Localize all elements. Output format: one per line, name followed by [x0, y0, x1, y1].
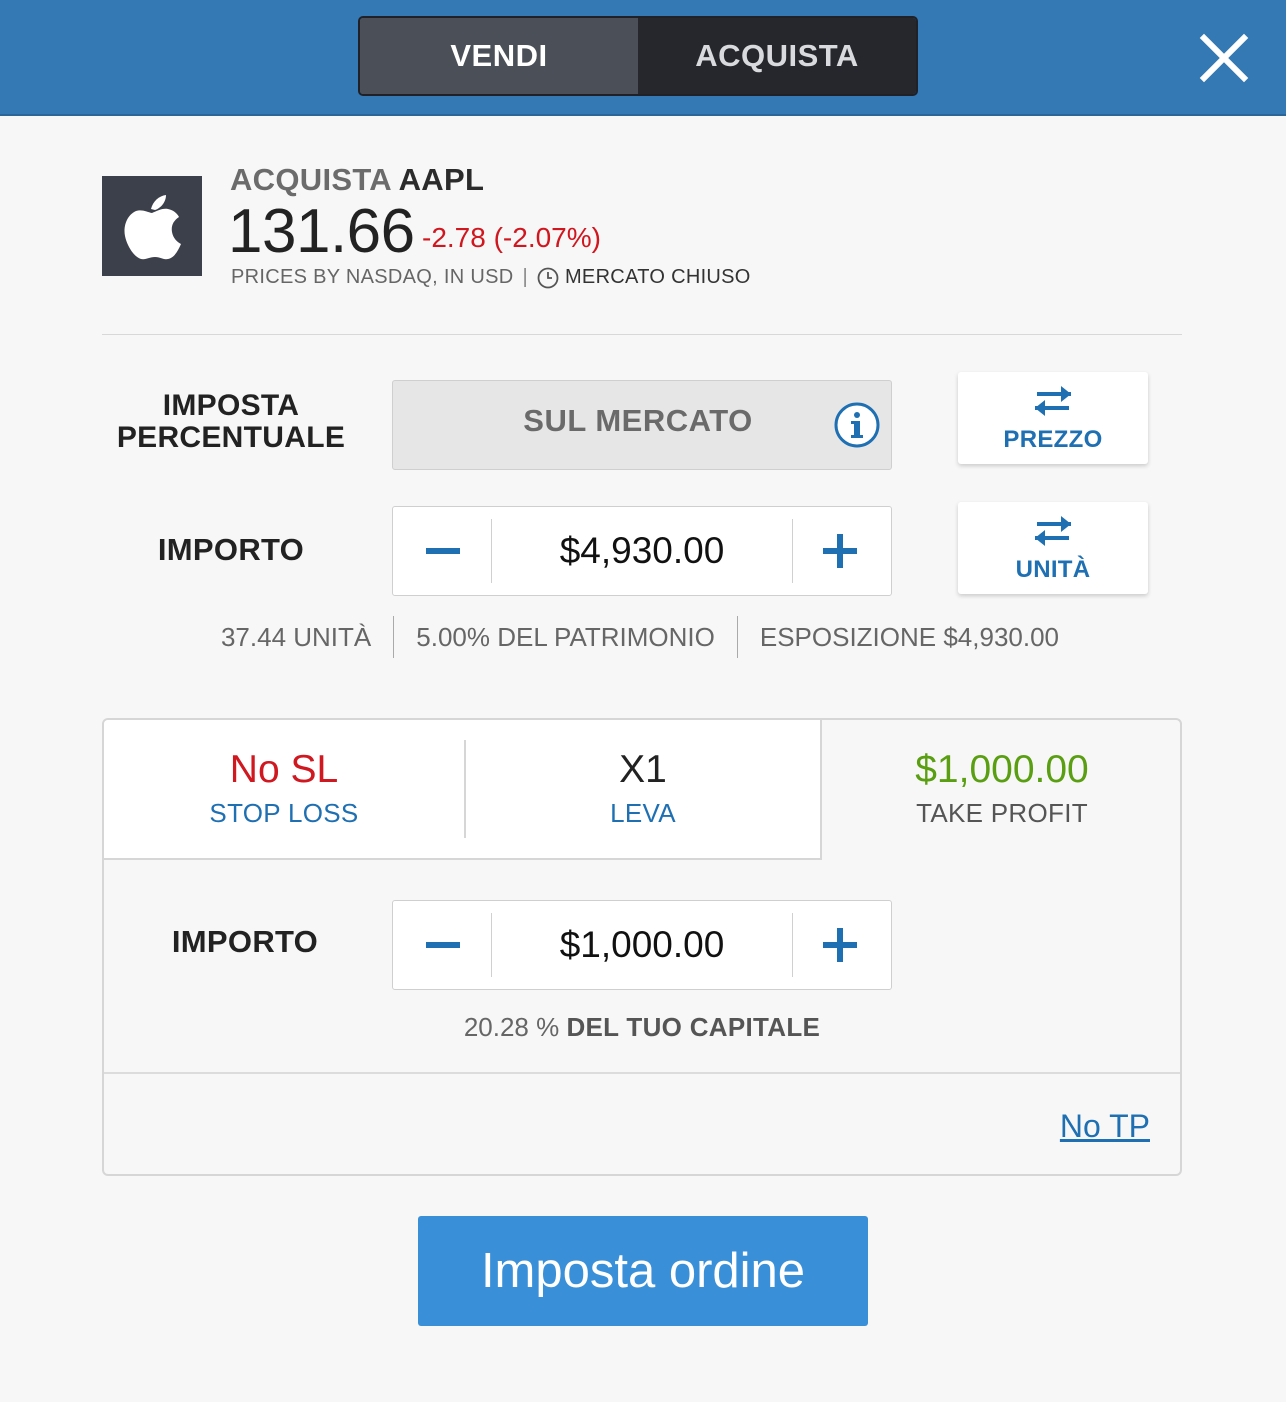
- swap-arrows-icon: [1033, 386, 1073, 416]
- switch-to-price-button[interactable]: PREZZO: [958, 372, 1148, 464]
- take-profit-input[interactable]: [493, 913, 791, 977]
- tab-take-profit[interactable]: $1,000.00 TAKE PROFIT: [822, 720, 1180, 858]
- position-stats: 37.44 UNITÀ 5.00% DEL PATRIMONIO ESPOSIZ…: [190, 616, 1090, 658]
- rate-label-line2: PERCENTUALE: [116, 421, 346, 454]
- capital-text: DEL TUO CAPITALE: [566, 1012, 821, 1042]
- switch-units-label: UNITÀ: [1015, 556, 1091, 583]
- leverage-caption: LEVA: [610, 798, 676, 828]
- take-profit-amount-label: IMPORTO: [171, 924, 319, 959]
- switch-to-units-button[interactable]: UNITÀ: [958, 502, 1148, 594]
- divider: [491, 913, 492, 977]
- set-order-button[interactable]: Imposta ordine: [418, 1216, 868, 1326]
- price-change: -2.78 (-2.07%): [422, 222, 601, 253]
- take-profit-increase-button[interactable]: [793, 901, 891, 989]
- divider: [102, 334, 1182, 335]
- amount-decrease-button[interactable]: [393, 507, 491, 595]
- exposure-stat: ESPOSIZIONE $4,930.00: [759, 621, 1060, 652]
- clock-icon: [537, 267, 559, 289]
- sell-mode-button[interactable]: VENDI: [360, 18, 638, 94]
- stop-loss-caption: STOP LOSS: [209, 798, 359, 828]
- amount-increase-button[interactable]: [793, 507, 891, 595]
- separator: |: [522, 266, 528, 288]
- buy-mode-button[interactable]: ACQUISTA: [638, 18, 916, 94]
- units-stat: 37.44 UNITÀ: [220, 621, 372, 652]
- take-profit-caption: TAKE PROFIT: [916, 798, 1088, 828]
- rate-field[interactable]: SUL MERCATO: [392, 380, 892, 470]
- rate-label: IMPOSTA PERCENTUALE: [100, 390, 362, 454]
- take-profit-decrease-button[interactable]: [393, 901, 491, 989]
- stop-loss-value: No SL: [229, 748, 339, 791]
- instrument-title: ACQUISTA AAPL: [230, 162, 484, 198]
- price-source-line: PRICES BY NASDAQ, IN USD | MERCATO CHIUS…: [231, 266, 751, 289]
- divider: [393, 616, 395, 658]
- instrument-ticker: AAPL: [398, 162, 485, 197]
- divider: [104, 1072, 1180, 1074]
- swap-arrows-icon: [1033, 516, 1073, 546]
- divider: [491, 519, 492, 583]
- capital-percent: 20.28 %: [463, 1012, 560, 1042]
- close-icon[interactable]: [1196, 30, 1252, 86]
- instrument-price: 131.66: [228, 197, 415, 266]
- trade-mode-toggle: VENDI ACQUISTA: [358, 16, 918, 96]
- tab-leverage[interactable]: X1 LEVA: [464, 720, 822, 858]
- apple-logo-icon: [102, 176, 202, 276]
- amount-label: IMPORTO: [157, 532, 305, 567]
- rate-label-line1: IMPOSTA: [162, 389, 300, 422]
- amount-stepper: [392, 506, 892, 596]
- take-profit-value: $1,000.00: [915, 748, 1089, 791]
- price-source: PRICES BY NASDAQ, IN USD: [231, 266, 514, 288]
- market-status: MERCATO CHIUSO: [564, 266, 751, 288]
- tab-stop-loss[interactable]: No SL STOP LOSS: [104, 720, 464, 858]
- take-profit-stepper: [392, 900, 892, 990]
- amount-input[interactable]: [493, 519, 791, 583]
- divider: [736, 616, 738, 658]
- top-bar: VENDI ACQUISTA: [0, 0, 1286, 116]
- rate-value: SUL MERCATO: [523, 403, 753, 438]
- equity-stat: 5.00% DEL PATRIMONIO: [416, 621, 715, 652]
- switch-price-label: PREZZO: [1003, 426, 1103, 453]
- instrument-action: ACQUISTA: [230, 162, 391, 197]
- no-take-profit-link[interactable]: No TP: [1040, 1108, 1150, 1145]
- info-icon[interactable]: [833, 401, 881, 449]
- leverage-value: X1: [619, 748, 667, 791]
- capital-percentage-note: 20.28 % DEL TUO CAPITALE: [102, 1012, 1182, 1043]
